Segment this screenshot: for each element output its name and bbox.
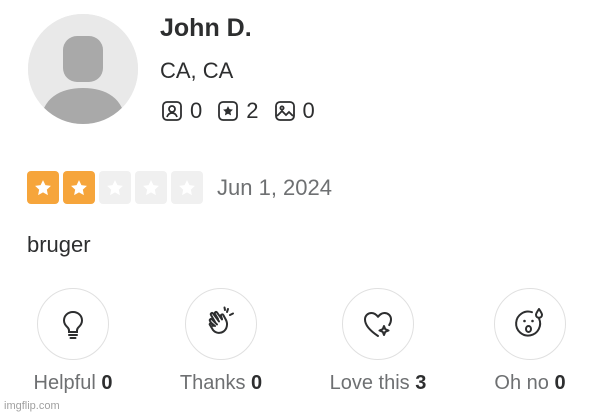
lightbulb-icon [62,310,84,339]
default-user-icon [28,14,138,124]
helpful-button[interactable]: Helpful 0 [3,288,143,395]
helpful-count: 0 [101,372,113,394]
star-filled [27,171,59,204]
love-this-count: 3 [415,372,427,394]
user-stats: 0 2 0 [160,98,315,124]
watermark: imgflip.com [4,400,60,412]
star-icon [71,179,87,195]
friends-icon [160,99,184,123]
reviews-count: 2 [246,98,259,123]
friends-stat: 0 [160,98,202,124]
oh-no-label: Oh no 0 [494,372,565,395]
thanks-label: Thanks 0 [180,372,262,395]
reaction-bar: Helpful 0 Thanks 0 Love this 3 Oh no 0 [0,288,602,414]
user-location: CA, CA [160,58,234,83]
thanks-text: Thanks [179,372,246,394]
helpful-label: Helpful 0 [34,372,113,395]
love-this-circle[interactable] [342,288,414,360]
star-icon [35,179,51,195]
oh-no-button[interactable]: Oh no 0 [460,288,600,395]
love-this-text: Love this [329,372,410,394]
star-icon [179,179,195,195]
thanks-count: 0 [251,372,263,394]
star-empty [99,171,131,204]
clapping-hands-icon [208,306,234,334]
helpful-circle[interactable] [37,288,109,360]
star-filled [63,171,95,204]
love-this-button[interactable]: Love this 3 [308,288,448,395]
love-this-label: Love this 3 [330,372,427,395]
avatar[interactable] [28,14,138,124]
star-empty [171,171,203,204]
heart-sparkle-icon [364,312,392,337]
surprised-face-icon [515,308,543,337]
thanks-button[interactable]: Thanks 0 [151,288,291,395]
reviews-stat: 2 [216,98,259,124]
oh-no-count: 0 [554,372,566,394]
star-empty [135,171,167,204]
oh-no-circle[interactable] [494,288,566,360]
oh-no-text: Oh no [494,372,549,394]
review-text: bruger [27,232,91,257]
photos-count: 0 [302,98,315,123]
photos-icon [273,99,297,123]
helpful-text: Helpful [33,372,96,394]
review-date: Jun 1, 2024 [217,174,332,200]
rating-row: Jun 1, 2024 [27,171,332,204]
user-name[interactable]: John D. [160,14,252,43]
star-icon [107,179,123,195]
friends-count: 0 [190,98,203,123]
reviews-star-icon [216,99,240,123]
star-icon [143,179,159,195]
star-rating [27,171,203,204]
photos-stat: 0 [273,98,315,124]
thanks-circle[interactable] [185,288,257,360]
